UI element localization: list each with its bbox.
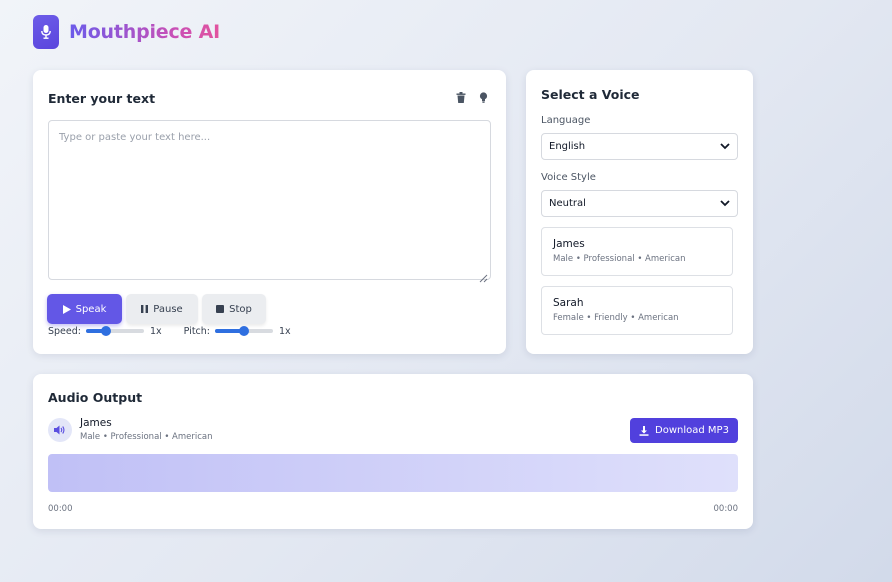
resize-handle[interactable] [479,268,488,287]
stop-button[interactable]: Stop [202,294,266,324]
voice-description: Male • Professional • American [553,254,686,264]
voice-option-sarah[interactable]: Sarah Female • Friendly • American [541,286,733,335]
language-value: English [549,141,586,152]
language-label: Language [541,115,591,126]
pitch-slider[interactable] [215,325,273,337]
microphone-icon [33,15,59,49]
voice-option-james[interactable]: James Male • Professional • American [541,227,733,276]
text-card-title: Enter your text [48,91,156,106]
text-input[interactable] [48,120,491,280]
chevron-down-icon [720,143,730,150]
voice-name: Sarah [553,297,584,309]
speed-value: 1x [149,325,162,337]
voice-card-title: Select a Voice [541,87,640,102]
pause-icon [141,305,149,313]
download-mp3-button[interactable]: Download MP3 [630,418,738,443]
output-voice-name: James [80,417,112,429]
volume-icon [48,417,72,442]
language-select[interactable]: English [541,133,738,160]
pause-button[interactable]: Pause [126,294,198,324]
voice-style-select[interactable]: Neutral [541,190,738,217]
time-end: 00:00 [713,504,739,514]
audio-output-card: Audio Output James Male • Professional •… [33,374,753,529]
speed-label: Speed: [48,325,81,337]
download-icon [639,425,649,436]
output-voice-description: Male • Professional • American [80,432,213,442]
voice-description: Female • Friendly • American [553,313,679,323]
lightbulb-icon[interactable] [477,91,489,103]
time-start: 00:00 [48,504,73,514]
speed-slider[interactable] [85,325,144,337]
voice-style-label: Voice Style [541,172,596,183]
app-header: Mouthpiece AI [33,15,220,49]
voice-style-value: Neutral [549,198,586,209]
voice-select-card: Select a Voice Language English Voice St… [526,70,753,354]
speak-label: Speak [75,303,107,315]
pause-label: Pause [153,303,183,315]
audio-card-title: Audio Output [48,390,143,405]
stop-label: Stop [229,303,252,315]
pitch-label: Pitch: [183,325,210,337]
play-icon [62,304,71,314]
speak-button[interactable]: Speak [47,294,122,324]
pitch-value: 1x [279,325,291,337]
trash-icon[interactable] [455,91,467,103]
app-title: Mouthpiece AI [69,21,221,43]
text-input-card: Enter your text Speak [33,70,506,354]
voice-name: James [553,238,585,250]
stop-icon [216,305,225,313]
audio-waveform[interactable] [48,454,738,492]
chevron-down-icon [720,200,730,207]
download-label: Download MP3 [655,425,729,436]
now-playing: James Male • Professional • American [48,417,213,442]
